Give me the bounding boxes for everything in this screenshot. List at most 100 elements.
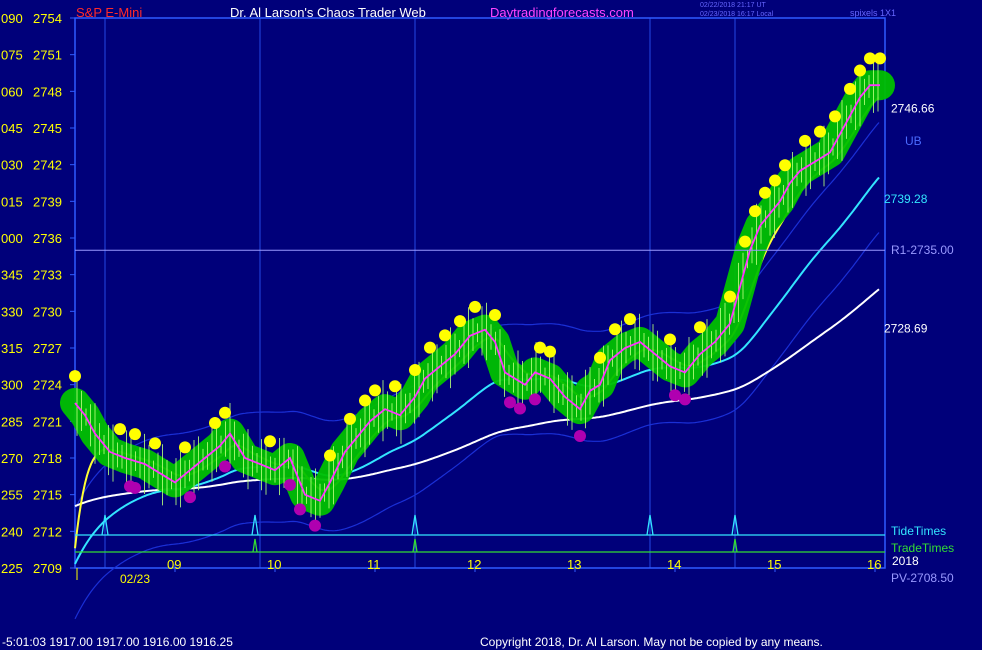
x-tick-label: 14 xyxy=(667,557,681,572)
y-tick-price-label: 2730 xyxy=(33,304,62,319)
y-tick-price-label: 2754 xyxy=(33,11,62,26)
y-tick-angle-label: 225 xyxy=(1,561,23,576)
yellow-sphere-marker xyxy=(69,370,81,383)
yellow-sphere-marker xyxy=(114,423,126,436)
tide-times-label: TideTimes xyxy=(891,524,946,538)
yellow-sphere-marker xyxy=(594,351,606,364)
header-timestamp-2: 02/23/2018 16:17 Local xyxy=(700,11,774,18)
y-tick-price-label: 2721 xyxy=(33,414,62,429)
yellow-sphere-marker xyxy=(469,300,481,313)
magenta-sphere-marker xyxy=(574,430,586,442)
magenta-sphere-marker xyxy=(219,460,231,473)
mid-average-value-label: 2739.28 xyxy=(884,192,928,206)
yellow-sphere-marker xyxy=(219,406,231,419)
magenta-sphere-marker xyxy=(129,481,141,494)
x-tick-label: 16 xyxy=(867,557,881,572)
yellow-sphere-marker xyxy=(799,134,811,147)
magenta-sphere-marker xyxy=(309,519,321,532)
y-tick-angle-label: 015 xyxy=(1,194,23,209)
yellow-sphere-marker xyxy=(759,186,771,199)
yellow-sphere-marker xyxy=(439,329,451,342)
yellow-sphere-marker xyxy=(179,441,191,454)
footer-quote: -5:01:03 1917.00 1917.00 1916.00 1916.25 xyxy=(2,635,233,649)
yellow-sphere-marker xyxy=(814,125,826,138)
y-tick-price-label: 2709 xyxy=(33,561,62,576)
y-tick-angle-label: 345 xyxy=(1,268,23,283)
header-pixels: spixels 1X1 xyxy=(850,8,896,18)
x-tick-label: 12 xyxy=(467,557,481,572)
y-tick-angle-label: 300 xyxy=(1,378,23,393)
y-tick-angle-label: 270 xyxy=(1,451,23,466)
y-tick-angle-label: 045 xyxy=(1,121,23,136)
yellow-sphere-marker xyxy=(624,313,636,326)
yellow-sphere-marker xyxy=(844,82,856,95)
y-tick-angle-label: 030 xyxy=(1,158,23,173)
y-tick-price-label: 2733 xyxy=(33,268,62,283)
footer-copyright: Copyright 2018, Dr. Al Larson. May not b… xyxy=(480,635,823,649)
y-tick-angle-label: 060 xyxy=(1,84,23,99)
y-tick-price-label: 2739 xyxy=(33,194,62,209)
y-tick-angle-label: 000 xyxy=(1,231,23,246)
yellow-sphere-marker xyxy=(854,64,866,77)
magenta-sphere-marker xyxy=(679,393,691,406)
trade-year-label: 2018 xyxy=(892,554,919,568)
magenta-sphere-marker xyxy=(294,503,306,516)
price-value-label: 2746.66 xyxy=(891,102,935,116)
y-tick-price-label: 2724 xyxy=(33,378,62,393)
y-tick-angle-label: 240 xyxy=(1,524,23,539)
yellow-sphere-marker xyxy=(324,449,336,462)
y-tick-price-label: 2745 xyxy=(33,121,62,136)
yellow-sphere-marker xyxy=(149,437,161,450)
pv-level-label: PV-2708.50 xyxy=(891,571,954,585)
x-tick-label: 13 xyxy=(567,557,581,572)
yellow-sphere-marker xyxy=(769,174,781,187)
upper-band-label: UB xyxy=(905,134,922,148)
yellow-sphere-marker xyxy=(359,394,371,407)
y-tick-angle-label: 285 xyxy=(1,414,23,429)
y-tick-price-label: 2727 xyxy=(33,341,62,356)
yellow-sphere-marker xyxy=(209,416,221,429)
magenta-sphere-marker xyxy=(514,402,526,415)
yellow-sphere-marker xyxy=(424,341,436,354)
yellow-sphere-marker xyxy=(389,380,401,393)
yellow-sphere-marker xyxy=(454,315,466,328)
y-tick-angle-label: 255 xyxy=(1,488,23,503)
x-tick-label: 15 xyxy=(767,557,781,572)
yellow-sphere-marker xyxy=(409,364,421,376)
y-tick-price-label: 2715 xyxy=(33,488,62,503)
slow-average-value-label: 2728.69 xyxy=(884,321,928,335)
yellow-sphere-marker xyxy=(829,110,841,123)
header-timestamp-1: 02/22/2018 21:17 UT xyxy=(700,2,766,9)
y-tick-price-label: 2736 xyxy=(33,231,62,246)
y-tick-price-label: 2712 xyxy=(33,524,62,539)
yellow-sphere-marker xyxy=(129,428,141,441)
y-tick-price-label: 2718 xyxy=(33,451,62,466)
yellow-sphere-marker xyxy=(489,309,501,321)
yellow-sphere-marker xyxy=(739,235,751,248)
yellow-sphere-marker xyxy=(694,321,706,334)
magenta-sphere-marker xyxy=(184,491,196,504)
y-tick-angle-label: 090 xyxy=(1,11,23,26)
x-tick-label: 09 xyxy=(167,557,181,572)
y-tick-angle-label: 315 xyxy=(1,341,23,356)
x-tick-label: 10 xyxy=(267,557,281,572)
chaos-chart: S&P E-Mini Dr. Al Larson's Chaos Trader … xyxy=(0,0,982,650)
x-tick-label: 11 xyxy=(367,557,381,572)
yellow-sphere-marker xyxy=(749,205,761,218)
y-tick-price-label: 2742 xyxy=(33,158,62,173)
y-tick-price-label: 2751 xyxy=(33,48,62,63)
date-label: 02/23 xyxy=(120,572,150,586)
yellow-sphere-marker xyxy=(369,384,381,397)
yellow-sphere-marker xyxy=(779,159,791,172)
y-tick-angle-label: 330 xyxy=(1,304,23,319)
magenta-sphere-marker xyxy=(504,396,516,409)
yellow-sphere-marker xyxy=(264,435,276,448)
yellow-sphere-marker xyxy=(664,333,676,346)
y-tick-price-label: 2748 xyxy=(33,84,62,99)
magenta-sphere-marker xyxy=(284,478,296,491)
yellow-sphere-marker xyxy=(544,345,556,358)
magenta-sphere-marker xyxy=(529,393,541,406)
yellow-sphere-marker xyxy=(724,290,736,303)
y-tick-angle-label: 075 xyxy=(1,48,23,63)
yellow-sphere-marker xyxy=(609,323,621,336)
